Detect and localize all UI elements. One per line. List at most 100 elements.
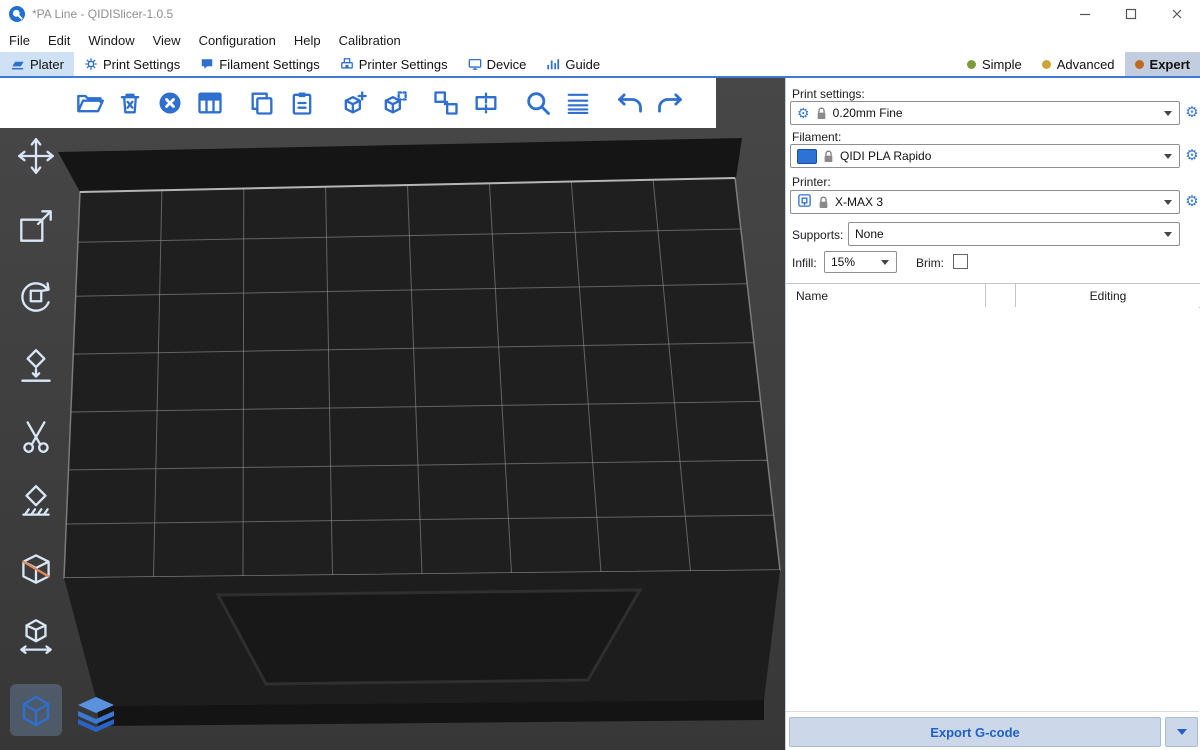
supports-value: None [855,227,884,241]
printer-combo[interactable]: X-MAX 3 [790,190,1180,214]
tab-guide[interactable]: Guide [536,52,610,76]
menu-edit[interactable]: Edit [39,28,79,52]
column-extruder [986,284,1016,307]
column-name: Name [786,284,986,307]
guide-icon [546,57,560,71]
editor-view-toggle[interactable] [10,684,62,736]
seam-painting-tool-icon[interactable] [10,542,62,594]
print-profile-value: 0.20mm Fine [833,106,903,120]
plater-icon [10,57,25,72]
chevron-down-icon [1177,729,1187,735]
column-editing: Editing [1016,284,1200,307]
paste-icon[interactable] [286,87,318,119]
mode-expert[interactable]: Expert [1125,52,1200,76]
lock-icon [823,150,834,163]
move-tool-icon[interactable] [10,130,62,182]
infill-combo[interactable]: 15% [824,251,897,273]
mode-label: Simple [982,57,1022,72]
object-list-header: Name Editing [786,283,1200,308]
print-settings-gear-button[interactable]: ⚙ [1183,104,1200,122]
menu-configuration[interactable]: Configuration [190,28,285,52]
chevron-down-icon [1164,111,1172,116]
scale-tool-icon[interactable] [10,200,62,252]
tab-printer-settings[interactable]: Printer Settings [330,52,458,76]
delete-all-icon[interactable] [154,87,186,119]
export-gcode-label: Export G-code [930,725,1020,740]
3d-viewport[interactable] [0,78,785,750]
tab-plater[interactable]: Plater [0,52,74,76]
variable-layer-height-icon[interactable] [562,87,594,119]
object-list[interactable] [786,307,1199,712]
printer-icon [797,193,812,211]
menu-window[interactable]: Window [79,28,143,52]
chevron-down-icon [1164,200,1172,205]
window-controls [1062,0,1200,28]
tab-filament-settings[interactable]: Filament Settings [190,52,329,76]
export-gcode-button[interactable]: Export G-code [789,717,1161,747]
titlebar: *PA Line - QIDISlicer-1.0.5 [0,0,1200,28]
filament-color-swatch [797,149,817,164]
expert-mode-dot-icon [1135,60,1144,69]
cut-tool-icon[interactable] [10,410,62,462]
undo-icon[interactable] [614,87,646,119]
plater-toolbar [0,78,716,128]
settings-panel: Print settings: ⚙ 0.20mm Fine ⚙ Filament… [785,78,1200,750]
close-button[interactable] [1154,0,1200,28]
3d-viewport-canvas[interactable] [0,78,785,750]
simple-mode-dot-icon [967,60,976,69]
preview-view-toggle[interactable] [68,688,124,738]
add-instance-icon[interactable] [338,87,370,119]
search-icon[interactable] [522,87,554,119]
copy-icon[interactable] [246,87,278,119]
device-icon [468,57,482,71]
supports-combo[interactable]: None [848,222,1180,246]
export-options-button[interactable] [1165,717,1198,747]
measure-tool-icon[interactable] [10,610,62,662]
minimize-button[interactable] [1062,0,1108,28]
mode-label: Advanced [1057,57,1115,72]
printer-profile-value: X-MAX 3 [835,195,883,209]
menu-file[interactable]: File [0,28,39,52]
paint-supports-tool-icon[interactable] [10,476,62,528]
app-logo-icon [8,5,26,23]
filament-icon [200,57,214,71]
tab-label: Printer Settings [359,57,448,72]
print-settings-label: Print settings: [792,87,865,101]
supports-label: Supports: [792,228,843,242]
split-objects-icon[interactable] [430,87,462,119]
split-parts-icon[interactable] [470,87,502,119]
advanced-mode-dot-icon [1042,60,1051,69]
infill-value: 15% [831,255,855,269]
menu-help[interactable]: Help [285,28,330,52]
window-title: *PA Line - QIDISlicer-1.0.5 [32,7,173,21]
tab-label: Device [487,57,527,72]
lock-icon [818,196,829,209]
menu-view[interactable]: View [144,28,190,52]
tab-device[interactable]: Device [458,52,537,76]
filament-label: Filament: [792,130,841,144]
arrange-icon[interactable] [194,87,226,119]
redo-icon[interactable] [654,87,686,119]
menu-bar: File Edit Window View Configuration Help… [0,28,1200,52]
remove-instance-icon[interactable] [378,87,410,119]
mode-advanced[interactable]: Advanced [1032,52,1125,76]
brim-checkbox[interactable] [953,254,968,269]
mode-label: Expert [1150,57,1190,72]
gear-icon [84,57,98,71]
chevron-down-icon [881,260,889,265]
print-settings-combo[interactable]: ⚙ 0.20mm Fine [790,101,1180,125]
printer-icon [340,57,354,71]
printer-settings-gear-button[interactable]: ⚙ [1183,193,1200,211]
mode-simple[interactable]: Simple [957,52,1032,76]
filament-settings-gear-button[interactable]: ⚙ [1183,147,1200,165]
tab-label: Guide [565,57,600,72]
rotate-tool-icon[interactable] [10,270,62,322]
tab-print-settings[interactable]: Print Settings [74,52,190,76]
filament-combo[interactable]: QIDI PLA Rapido [790,144,1180,168]
maximize-button[interactable] [1108,0,1154,28]
delete-object-icon[interactable] [114,87,146,119]
chevron-down-icon [1164,232,1172,237]
open-project-icon[interactable] [74,87,106,119]
place-on-face-tool-icon[interactable] [10,340,62,392]
menu-calibration[interactable]: Calibration [330,28,410,52]
